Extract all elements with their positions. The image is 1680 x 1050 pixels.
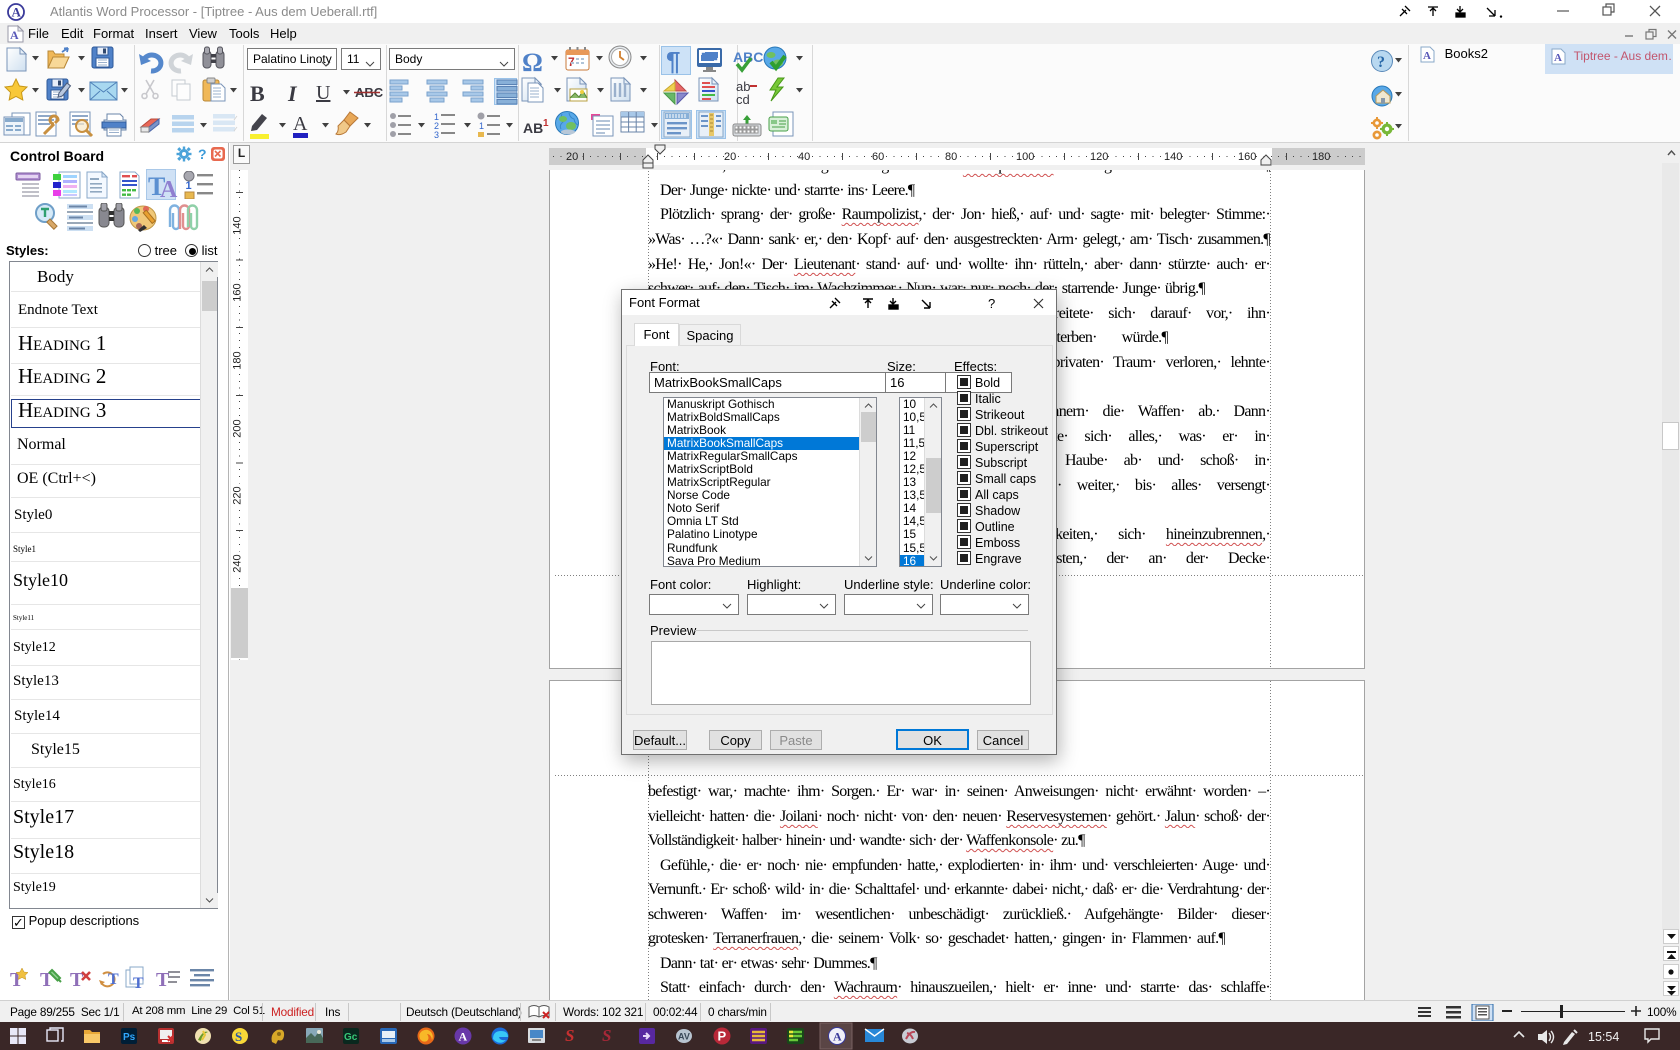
svg-text:Gc: Gc [344, 1032, 358, 1043]
svg-text:T: T [133, 975, 144, 992]
svg-text:1: 1 [186, 180, 192, 192]
svg-text:A: A [459, 1030, 468, 1044]
svg-text:1: 1 [479, 121, 484, 131]
svg-text:A: A [160, 177, 178, 199]
svg-text:Ps: Ps [123, 1032, 136, 1043]
svg-text:A: A [12, 5, 22, 20]
svg-text:S: S [235, 1029, 242, 1044]
svg-text:I: I [287, 81, 298, 106]
svg-text:U: U [316, 82, 331, 104]
svg-text:S: S [565, 1026, 574, 1045]
svg-text:AV: AV [678, 1032, 690, 1042]
svg-text:T: T [156, 969, 170, 991]
svg-text:¶: ¶ [666, 46, 680, 76]
svg-text:A: A [10, 28, 19, 42]
svg-text:A: A [293, 113, 308, 135]
svg-text:cd: cd [736, 92, 750, 107]
svg-text:?: ? [988, 296, 995, 310]
svg-text:Ω: Ω [522, 48, 543, 77]
svg-text:15:54: 15:54 [1588, 1030, 1619, 1044]
svg-text:A: A [833, 1030, 842, 1044]
svg-text:S: S [602, 1026, 611, 1045]
svg-text:P: P [718, 1029, 727, 1044]
svg-text:?: ? [1377, 54, 1385, 71]
svg-text:B: B [250, 81, 265, 106]
svg-text:?: ? [198, 146, 207, 162]
svg-text:AB: AB [523, 120, 543, 136]
svg-text:A: A [1554, 52, 1562, 64]
svg-text:1: 1 [543, 118, 549, 129]
svg-text:3: 3 [434, 130, 439, 140]
svg-text:A: A [1423, 50, 1431, 62]
svg-text:T: T [108, 971, 119, 988]
